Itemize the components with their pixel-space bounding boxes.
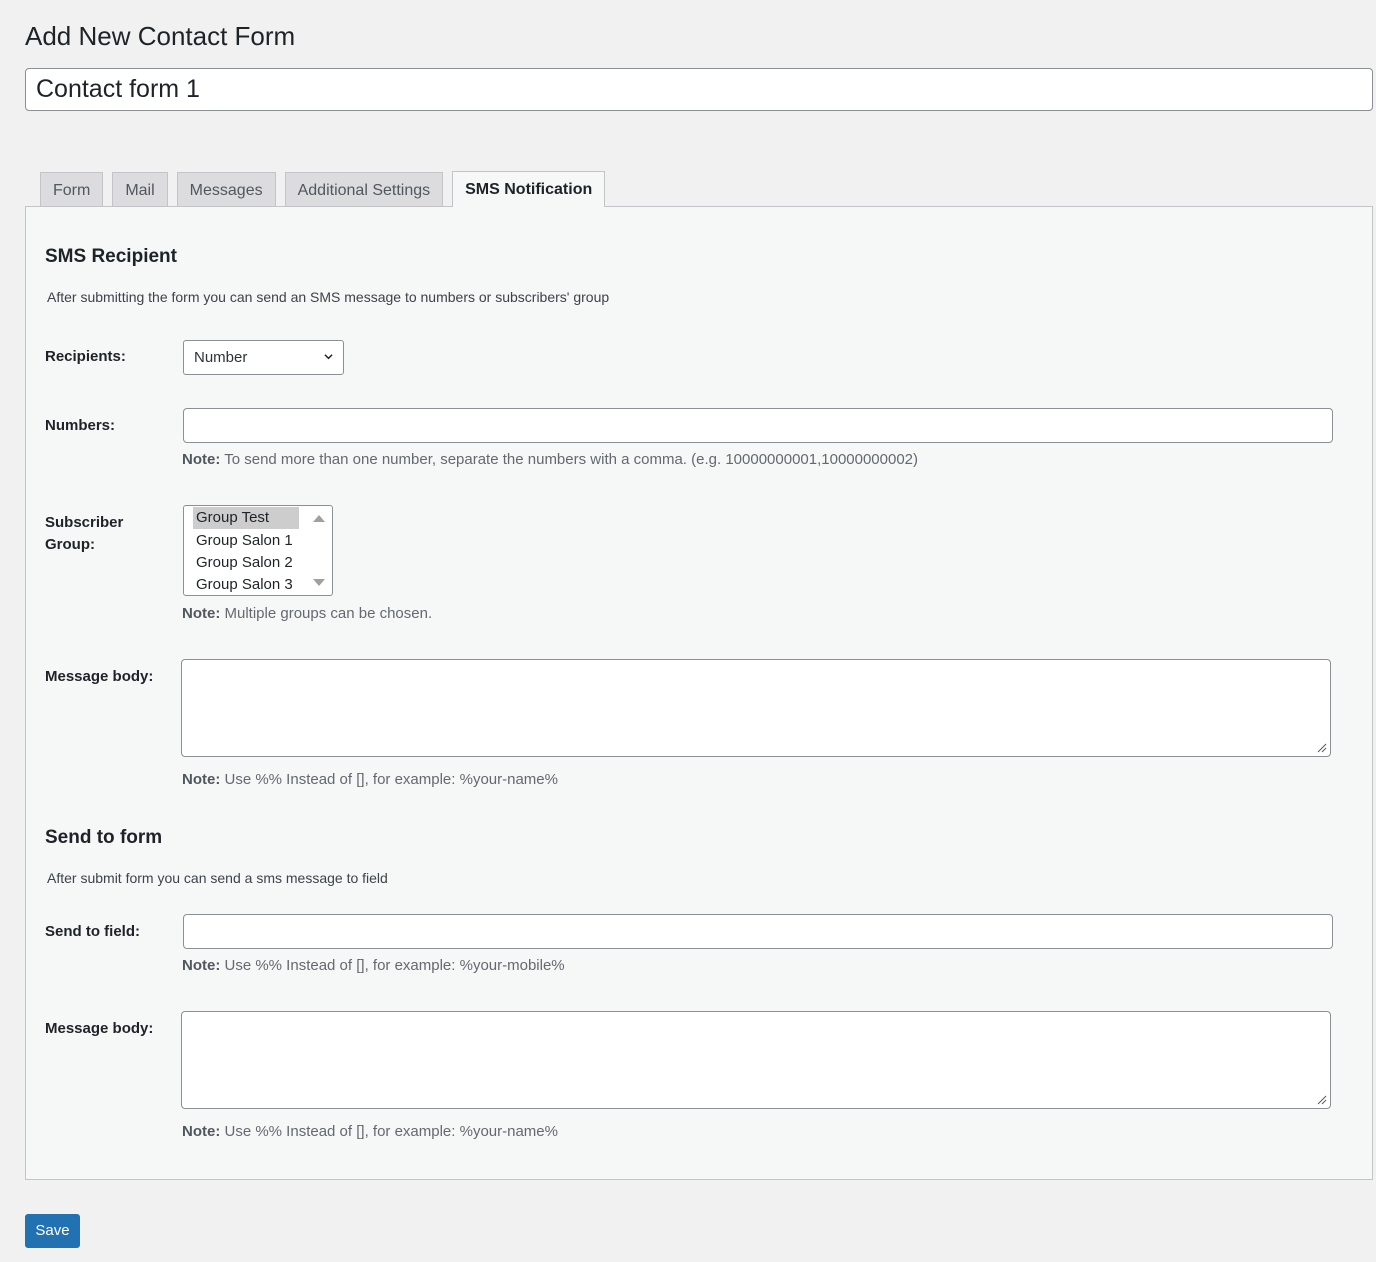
resize-grip-icon[interactable] <box>1316 1094 1327 1105</box>
subscriber-group-option[interactable]: Group Test <box>193 507 299 529</box>
send-to-form-description: After submit form you can send a sms mes… <box>47 870 388 886</box>
note-text: Use %% Instead of [], for example: %your… <box>220 957 565 974</box>
send-to-form-message-body-textarea[interactable] <box>181 1011 1331 1109</box>
recipients-select[interactable]: Number <box>183 340 344 375</box>
scroll-up-arrow-icon[interactable] <box>313 515 325 522</box>
tab-form[interactable]: Form <box>40 172 104 207</box>
tab-mail[interactable]: Mail <box>112 172 168 207</box>
subscriber-group-option[interactable]: Group Salon 1 <box>193 530 299 552</box>
tab-additional-settings[interactable]: Additional Settings <box>284 172 444 207</box>
subscriber-group-listbox[interactable]: Group Test Group Salon 1 Group Salon 2 G… <box>183 505 333 596</box>
send-to-field-label: Send to field: <box>45 923 140 940</box>
send-to-form-message-body-note: Note: Use %% Instead of [], for example:… <box>182 1123 558 1140</box>
chevron-down-icon <box>324 354 333 360</box>
subscriber-group-note: Note: Multiple groups can be chosen. <box>182 605 432 622</box>
resize-grip-icon[interactable] <box>1316 742 1327 753</box>
page-title: Add New Contact Form <box>25 21 296 51</box>
message-body-note: Note: Use %% Instead of [], for example:… <box>182 771 558 788</box>
sms-recipient-description: After submitting the form you can send a… <box>47 289 610 305</box>
send-to-form-heading: Send to form <box>45 827 163 848</box>
scroll-down-arrow-icon[interactable] <box>313 579 325 586</box>
recipients-select-value: Number <box>194 349 248 366</box>
note-prefix: Note: <box>182 605 221 622</box>
subscriber-group-label: Subscriber Group: <box>45 514 124 553</box>
numbers-label: Numbers: <box>45 417 116 434</box>
message-body-textarea[interactable] <box>181 659 1331 757</box>
note-text: Use %% Instead of [], for example: %your… <box>220 1123 558 1140</box>
numbers-input[interactable] <box>183 408 1333 443</box>
note-text: To send more than one number, separate t… <box>220 451 919 468</box>
sms-recipient-heading: SMS Recipient <box>45 246 177 267</box>
note-prefix: Note: <box>182 771 221 788</box>
send-to-field-input[interactable] <box>183 914 1333 949</box>
tab-messages[interactable]: Messages <box>176 172 276 207</box>
note-prefix: Note: <box>182 1123 221 1140</box>
message-body-label: Message body: <box>45 668 154 685</box>
note-prefix: Note: <box>182 957 221 974</box>
form-title-input[interactable] <box>25 68 1373 111</box>
send-to-form-message-body-label: Message body: <box>45 1020 154 1037</box>
numbers-note: Note: To send more than one number, sepa… <box>182 451 918 468</box>
note-text: Use %% Instead of [], for example: %your… <box>220 771 558 788</box>
tab-bar: Form Mail Messages Additional Settings S… <box>40 171 606 207</box>
subscriber-group-option[interactable]: Group Salon 2 <box>193 552 299 574</box>
subscriber-group-option[interactable]: Group Salon 3 <box>193 574 299 595</box>
save-button[interactable]: Save <box>25 1214 80 1248</box>
tab-sms-notification[interactable]: SMS Notification <box>452 171 606 207</box>
note-text: Multiple groups can be chosen. <box>220 605 433 622</box>
sms-notification-panel: SMS Recipient After submitting the form … <box>25 206 1373 1180</box>
note-prefix: Note: <box>182 451 221 468</box>
send-to-field-note: Note: Use %% Instead of [], for example:… <box>182 957 565 974</box>
recipients-label: Recipients: <box>45 348 126 365</box>
